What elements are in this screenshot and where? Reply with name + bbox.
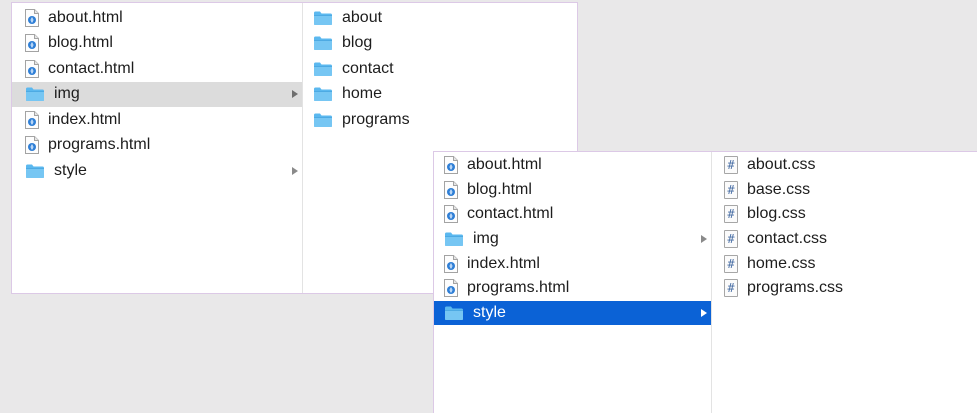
file-name: blog: [342, 34, 373, 52]
file-item[interactable]: # contact.css: [712, 227, 977, 252]
file-item[interactable]: contact: [303, 56, 577, 82]
file-name: about: [342, 8, 383, 26]
folder-icon: [313, 10, 333, 26]
html-file-icon: [25, 136, 39, 155]
file-name: base.css: [747, 180, 811, 198]
file-item[interactable]: # base.css: [712, 178, 977, 203]
file-name: contact: [342, 59, 394, 77]
html-file-icon: [25, 8, 39, 27]
file-name: home: [342, 85, 383, 103]
file-name: index.html: [467, 254, 540, 272]
file-item[interactable]: home: [303, 82, 577, 108]
file-item[interactable]: index.html: [434, 251, 711, 276]
folder-icon: [444, 231, 464, 247]
file-item[interactable]: about.html: [434, 153, 711, 178]
file-item[interactable]: style: [12, 158, 302, 184]
folder-icon: [313, 112, 333, 128]
file-item[interactable]: index.html: [12, 107, 302, 133]
file-name: contact.css: [747, 230, 828, 248]
file-name: programs.html: [467, 279, 570, 297]
css-file-icon: #: [724, 156, 738, 175]
file-column: about.html blog.html contact.html img index.…: [434, 152, 712, 413]
file-item[interactable]: blog: [303, 31, 577, 57]
file-item[interactable]: about: [303, 5, 577, 31]
file-item[interactable]: programs.html: [434, 276, 711, 301]
file-name: style: [54, 161, 87, 179]
css-file-icon: #: [724, 205, 738, 224]
file-item[interactable]: # about.css: [712, 153, 977, 178]
file-item[interactable]: contact.html: [434, 202, 711, 227]
file-item[interactable]: style: [434, 300, 711, 326]
file-name: contact.html: [467, 205, 554, 223]
file-name: about.html: [48, 8, 123, 26]
html-file-icon: [444, 279, 458, 298]
folder-icon: [313, 61, 333, 77]
file-item[interactable]: # programs.css: [712, 276, 977, 301]
file-item[interactable]: # blog.css: [712, 202, 977, 227]
file-column: # about.css # base.css # blog.css # contact.css…: [712, 152, 977, 413]
file-name: programs: [342, 110, 410, 128]
chevron-right-icon: [701, 308, 707, 317]
file-name: about.css: [747, 156, 816, 174]
html-file-icon: [25, 59, 39, 78]
folder-icon: [444, 305, 464, 321]
file-item[interactable]: img: [12, 81, 302, 107]
css-file-icon: #: [724, 279, 738, 298]
file-name: contact.html: [48, 59, 135, 77]
html-file-icon: [25, 34, 39, 53]
css-file-icon: #: [724, 254, 738, 273]
file-name: index.html: [48, 110, 121, 128]
file-name: blog.css: [747, 205, 806, 223]
folder-icon: [25, 86, 45, 102]
html-file-icon: [444, 205, 458, 224]
file-name: programs.css: [747, 279, 844, 297]
finder-window-2: about.html blog.html contact.html img index.…: [433, 151, 977, 413]
file-item[interactable]: contact.html: [12, 56, 302, 82]
file-item[interactable]: about.html: [12, 5, 302, 31]
file-name: about.html: [467, 156, 542, 174]
file-name: style: [473, 303, 506, 321]
html-file-icon: [444, 156, 458, 175]
folder-icon: [313, 35, 333, 51]
html-file-icon: [444, 180, 458, 199]
file-item[interactable]: blog.html: [434, 178, 711, 203]
html-file-icon: [444, 254, 458, 273]
file-item[interactable]: programs.html: [12, 133, 302, 159]
file-name: img: [473, 230, 499, 248]
html-file-icon: [25, 110, 39, 129]
folder-icon: [25, 163, 45, 179]
chevron-right-icon: [292, 166, 298, 175]
file-item[interactable]: img: [434, 227, 711, 252]
chevron-right-icon: [292, 90, 298, 99]
css-file-icon: #: [724, 180, 738, 199]
file-name: blog.html: [467, 180, 532, 198]
file-name: home.css: [747, 254, 816, 272]
file-item[interactable]: # home.css: [712, 251, 977, 276]
file-name: programs.html: [48, 136, 151, 154]
file-column: about.html blog.html contact.html img index.…: [12, 3, 303, 293]
file-name: blog.html: [48, 34, 113, 52]
file-name: img: [54, 85, 80, 103]
chevron-right-icon: [701, 235, 707, 244]
folder-icon: [313, 86, 333, 102]
file-item[interactable]: programs: [303, 107, 577, 133]
css-file-icon: #: [724, 230, 738, 249]
file-item[interactable]: blog.html: [12, 31, 302, 57]
